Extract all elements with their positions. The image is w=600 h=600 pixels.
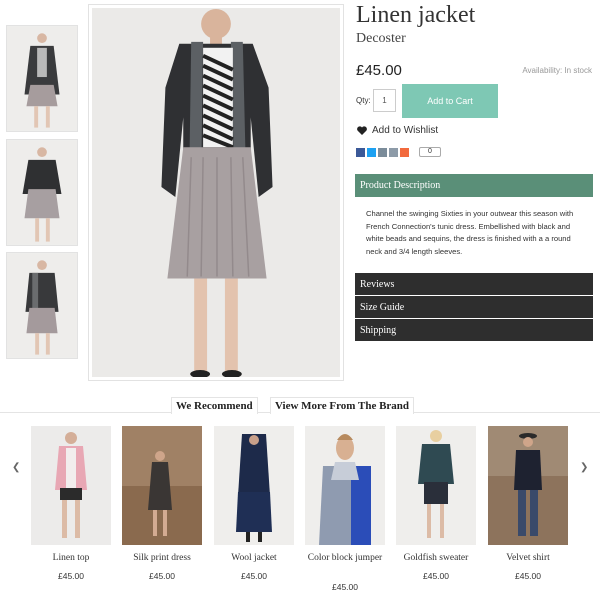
- heart-icon: [357, 126, 367, 135]
- chevron-left-icon[interactable]: ❮: [12, 462, 20, 473]
- thumbnail-photo: [7, 253, 77, 358]
- product-card-image[interactable]: [305, 426, 385, 545]
- facebook-icon[interactable]: [356, 147, 365, 157]
- share-bar: 0: [356, 147, 441, 157]
- product-card-image[interactable]: [396, 426, 476, 545]
- product-card-image[interactable]: [122, 426, 202, 545]
- product-description-text: Channel the swinging Sixties in your out…: [366, 209, 574, 256]
- product-photo: [396, 426, 476, 545]
- thumbnail-photo: [7, 140, 77, 245]
- product-title: Linen jacket: [356, 2, 476, 28]
- product-photo: [122, 426, 202, 545]
- product-card-name[interactable]: Silk print dress: [117, 553, 207, 564]
- main-product-image[interactable]: [88, 4, 344, 381]
- thumbnail-2[interactable]: [6, 139, 78, 246]
- product-photo: [305, 426, 385, 545]
- twitter-icon[interactable]: [367, 147, 376, 157]
- product-card-name[interactable]: Color block jumper: [300, 553, 390, 564]
- shipping-tab[interactable]: Shipping: [355, 319, 593, 341]
- product-card-name[interactable]: Velvet shirt: [483, 553, 573, 564]
- wishlist-label: Add to Wishlist: [372, 125, 439, 136]
- product-card-image[interactable]: [214, 426, 294, 545]
- product-card-image[interactable]: [488, 426, 568, 545]
- product-card-name[interactable]: Linen top: [26, 553, 116, 564]
- thumbnail-photo: [7, 26, 77, 131]
- product-description-tab[interactable]: Product Description: [355, 174, 593, 197]
- thumbnail-3[interactable]: [6, 252, 78, 359]
- product-card-image[interactable]: [31, 426, 111, 545]
- thumbnail-1[interactable]: [6, 25, 78, 132]
- product-photo: [31, 426, 111, 545]
- tab-view-more-brand[interactable]: View More From The Brand: [270, 397, 415, 414]
- reviews-tab[interactable]: Reviews: [355, 273, 593, 295]
- availability-status: Availability: In stock: [522, 66, 592, 75]
- chevron-right-icon[interactable]: ❯: [580, 462, 588, 473]
- tab-we-recommend[interactable]: We Recommend: [171, 397, 258, 414]
- product-card-name[interactable]: Wool jacket: [209, 553, 299, 564]
- product-photo: [214, 426, 294, 545]
- product-photo: [488, 426, 568, 545]
- product-photo: [92, 8, 340, 377]
- size-guide-tab[interactable]: Size Guide: [355, 296, 593, 318]
- product-price: £45.00: [356, 62, 402, 79]
- email-icon[interactable]: [378, 147, 387, 157]
- product-card-price: £45.00: [241, 571, 267, 581]
- product-card-price: £45.00: [58, 571, 84, 581]
- qty-label: Qty:: [356, 96, 371, 105]
- add-to-wishlist-link[interactable]: Add to Wishlist: [357, 125, 438, 136]
- print-icon[interactable]: [389, 147, 398, 157]
- product-brand[interactable]: Decoster: [356, 31, 406, 47]
- add-to-cart-button[interactable]: Add to Cart: [402, 84, 498, 118]
- share-count: 0: [419, 147, 441, 157]
- product-card-name[interactable]: Goldfish sweater: [391, 553, 481, 564]
- share-plus-icon[interactable]: [400, 147, 409, 157]
- product-card-price: £45.00: [515, 571, 541, 581]
- product-card-price: £45.00: [149, 571, 175, 581]
- product-card-price: £45.00: [423, 571, 449, 581]
- qty-input[interactable]: 1: [373, 89, 396, 112]
- product-card-price: £45.00: [332, 582, 358, 592]
